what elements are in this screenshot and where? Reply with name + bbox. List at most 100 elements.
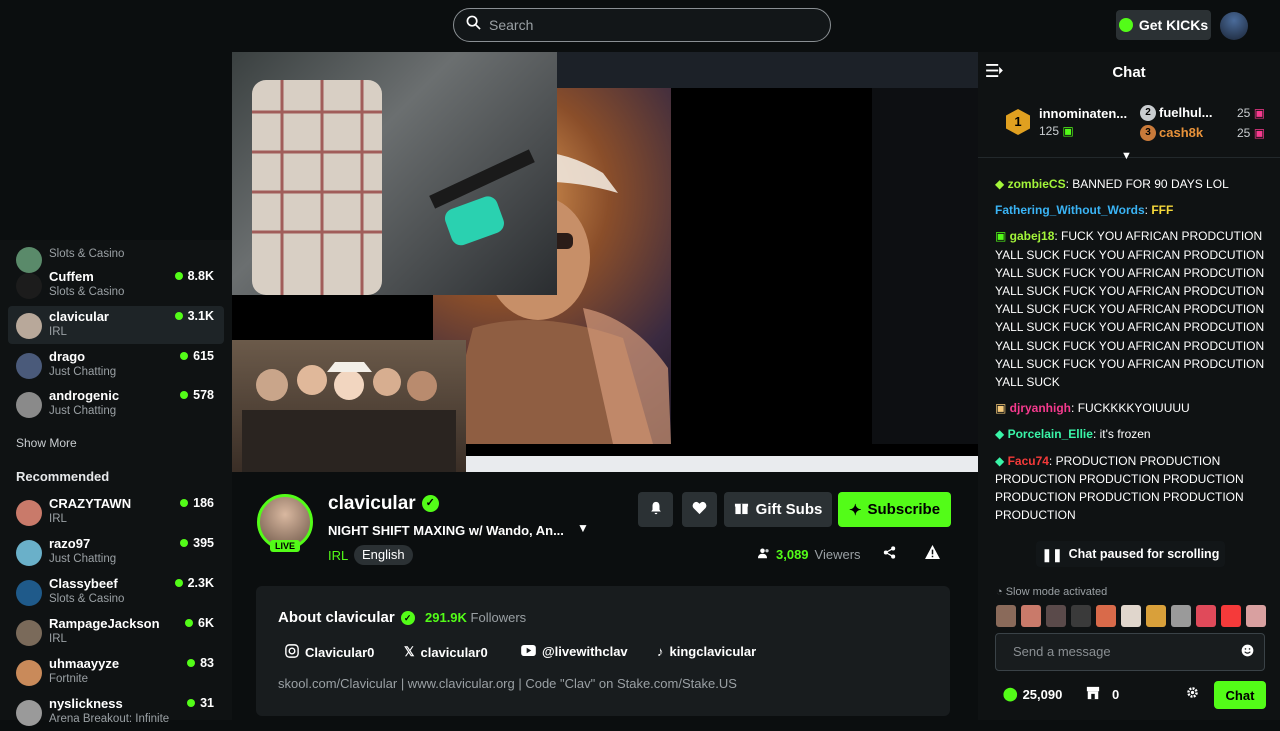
category-link[interactable]: IRL xyxy=(328,548,348,563)
sparkle-icon: ✦ xyxy=(848,501,862,519)
share-icon[interactable] xyxy=(883,546,896,562)
channel-name: drago xyxy=(49,349,86,364)
emote[interactable] xyxy=(1071,605,1091,627)
channel-category: Fortnite xyxy=(49,673,88,685)
sidebar-channel-razo97[interactable]: razo97 Just Chatting 395 xyxy=(8,533,224,571)
youtube-icon xyxy=(521,644,536,659)
kicks-icon xyxy=(1118,18,1133,32)
chat-message: ◆ Porcelain_Ellie: it's frozen xyxy=(995,427,1151,442)
live-badge: LIVE xyxy=(270,540,301,552)
sidebar-channel-androgenic[interactable]: androgenic Just Chatting 578 xyxy=(8,385,224,423)
sidebar-channel-classybeef[interactable]: Classybeef Slots & Casino 2.3K xyxy=(8,573,224,611)
emote[interactable] xyxy=(1046,605,1066,627)
gift-icon xyxy=(734,500,749,519)
subscribe-label: Subscribe xyxy=(867,501,941,518)
gift-badge-icon: ▣ xyxy=(995,229,1010,244)
verified-icon: ✓ xyxy=(421,495,439,513)
heart-icon xyxy=(692,501,707,519)
sidebar-channel-uhmaayyze[interactable]: uhmaayyze Fortnite 83 xyxy=(8,653,224,691)
leaderboard-value: 25 ▣ xyxy=(1237,126,1266,140)
channel-avatar xyxy=(16,392,42,418)
instagram-icon xyxy=(285,644,299,661)
shop-button[interactable]: 0 xyxy=(1086,686,1119,703)
sidebar-channel-clavicular[interactable]: clavicular IRL 3.1K xyxy=(8,306,224,344)
sidebar-channel-rampagejackson[interactable]: RampageJackson IRL 6K xyxy=(8,613,224,651)
language-tag[interactable]: English xyxy=(354,545,413,565)
sidebar-channel-nyslickness[interactable]: nyslickness Arena Breakout: Infinite 31 xyxy=(8,693,224,731)
get-kicks-button[interactable]: Get KICKs xyxy=(1116,10,1211,40)
notification-button[interactable] xyxy=(638,492,673,527)
chat-input[interactable] xyxy=(1013,644,1228,659)
emote[interactable] xyxy=(996,605,1016,627)
channel-category: Slots & Casino xyxy=(49,248,125,260)
stream-tweet-pane xyxy=(872,88,978,444)
instagram-link[interactable]: Clavicular0 xyxy=(285,644,374,661)
channel-category: IRL xyxy=(49,326,67,338)
search-input[interactable] xyxy=(489,17,789,33)
emote[interactable] xyxy=(1196,605,1216,627)
about-title: About clavicular ✓ xyxy=(278,609,415,626)
leaderboard-name[interactable]: innominaten... xyxy=(1039,106,1127,121)
live-dot-icon xyxy=(187,699,196,707)
search-icon xyxy=(466,15,481,35)
channel-points[interactable]: ⬤ 25,090 xyxy=(1003,686,1062,702)
show-more-link[interactable]: Show More xyxy=(16,436,77,450)
chat-message: ◆ zombieCS: BANNED FOR 90 DAYS LOL xyxy=(995,177,1229,191)
emote[interactable] xyxy=(1246,605,1266,627)
chat-message: ▣ gabej18: FUCK YOU AFRICAN PRODCUTION Y… xyxy=(995,229,1265,390)
chat-paused-banner[interactable]: ❚❚ Chat paused for scrolling xyxy=(1036,541,1225,567)
streamer-name[interactable]: clavicular ✓ xyxy=(328,493,439,515)
sidebar-channel-crazytawn[interactable]: CRAZYTAWN IRL 186 xyxy=(8,493,224,531)
leaderboard-name[interactable]: fuelhul... xyxy=(1159,105,1212,120)
chevron-down-icon[interactable]: ▼ xyxy=(577,521,589,535)
leaderboard-name[interactable]: cash8k xyxy=(1159,125,1203,140)
shop-count: 0 xyxy=(1112,687,1120,702)
channel-avatar xyxy=(16,660,42,686)
live-dot-icon xyxy=(180,539,189,547)
tiktok-link[interactable]: ♪ kingclavicular xyxy=(657,644,756,659)
expand-leaderboard-icon[interactable]: ▼ xyxy=(1121,150,1132,162)
pause-icon: ❚❚ xyxy=(1041,547,1063,562)
x-link[interactable]: 𝕏 clavicular0 xyxy=(404,644,488,660)
chat-title: Chat xyxy=(1112,64,1146,81)
channel-name: CRAZYTAWN xyxy=(49,496,132,511)
gift-badge-icon: ▣ xyxy=(995,401,1010,416)
report-icon[interactable] xyxy=(925,545,940,562)
emote[interactable] xyxy=(1121,605,1141,627)
live-dot-icon xyxy=(174,579,183,587)
channel-category: Just Chatting xyxy=(49,553,117,565)
send-chat-button[interactable]: Chat xyxy=(1214,681,1266,709)
viewer-count: 2.3K xyxy=(174,576,214,590)
live-dot-icon xyxy=(174,272,183,280)
subscribe-button[interactable]: ✦ Subscribe xyxy=(838,492,951,527)
leaderboard-value: 25 ▣ xyxy=(1237,106,1266,120)
youtube-link[interactable]: @livewithclav xyxy=(521,644,628,659)
channel-avatar xyxy=(16,580,42,606)
emote[interactable] xyxy=(1096,605,1116,627)
search-bar[interactable] xyxy=(453,8,831,42)
emote[interactable] xyxy=(1021,605,1041,627)
gear-icon[interactable] xyxy=(1186,686,1199,702)
channel-category: Just Chatting xyxy=(49,366,117,378)
followers-count: 291.9K Followers xyxy=(425,610,527,625)
points-icon: ⬤ xyxy=(1003,686,1018,701)
channel-avatar xyxy=(16,620,42,646)
sidebar-channel-drago[interactable]: drago Just Chatting 615 xyxy=(8,346,224,384)
channel-avatar xyxy=(16,313,42,339)
emote[interactable] xyxy=(1171,605,1191,627)
gift-subs-button[interactable]: Gift Subs xyxy=(724,492,832,527)
channel-category: IRL xyxy=(49,633,67,645)
channel-name: Cuffem xyxy=(49,269,94,284)
badge-icon: ◆ xyxy=(995,427,1008,442)
follow-button[interactable] xyxy=(682,492,717,527)
sidebar-channel-cuffem[interactable]: Cuffem Slots & Casino 8.8K xyxy=(8,266,224,304)
emoji-icon[interactable] xyxy=(1241,644,1254,660)
user-avatar[interactable] xyxy=(1220,12,1248,40)
viewer-count: 615 xyxy=(180,349,214,363)
emote[interactable] xyxy=(1146,605,1166,627)
emote[interactable] xyxy=(1221,605,1241,627)
stream-title: NIGHT SHIFT MAXING w/ Wando, An... xyxy=(328,523,564,538)
chat-input-box[interactable] xyxy=(995,633,1265,671)
chat-message: Fathering_Without_Words: FFF xyxy=(995,203,1174,218)
video-player[interactable] xyxy=(232,52,978,472)
